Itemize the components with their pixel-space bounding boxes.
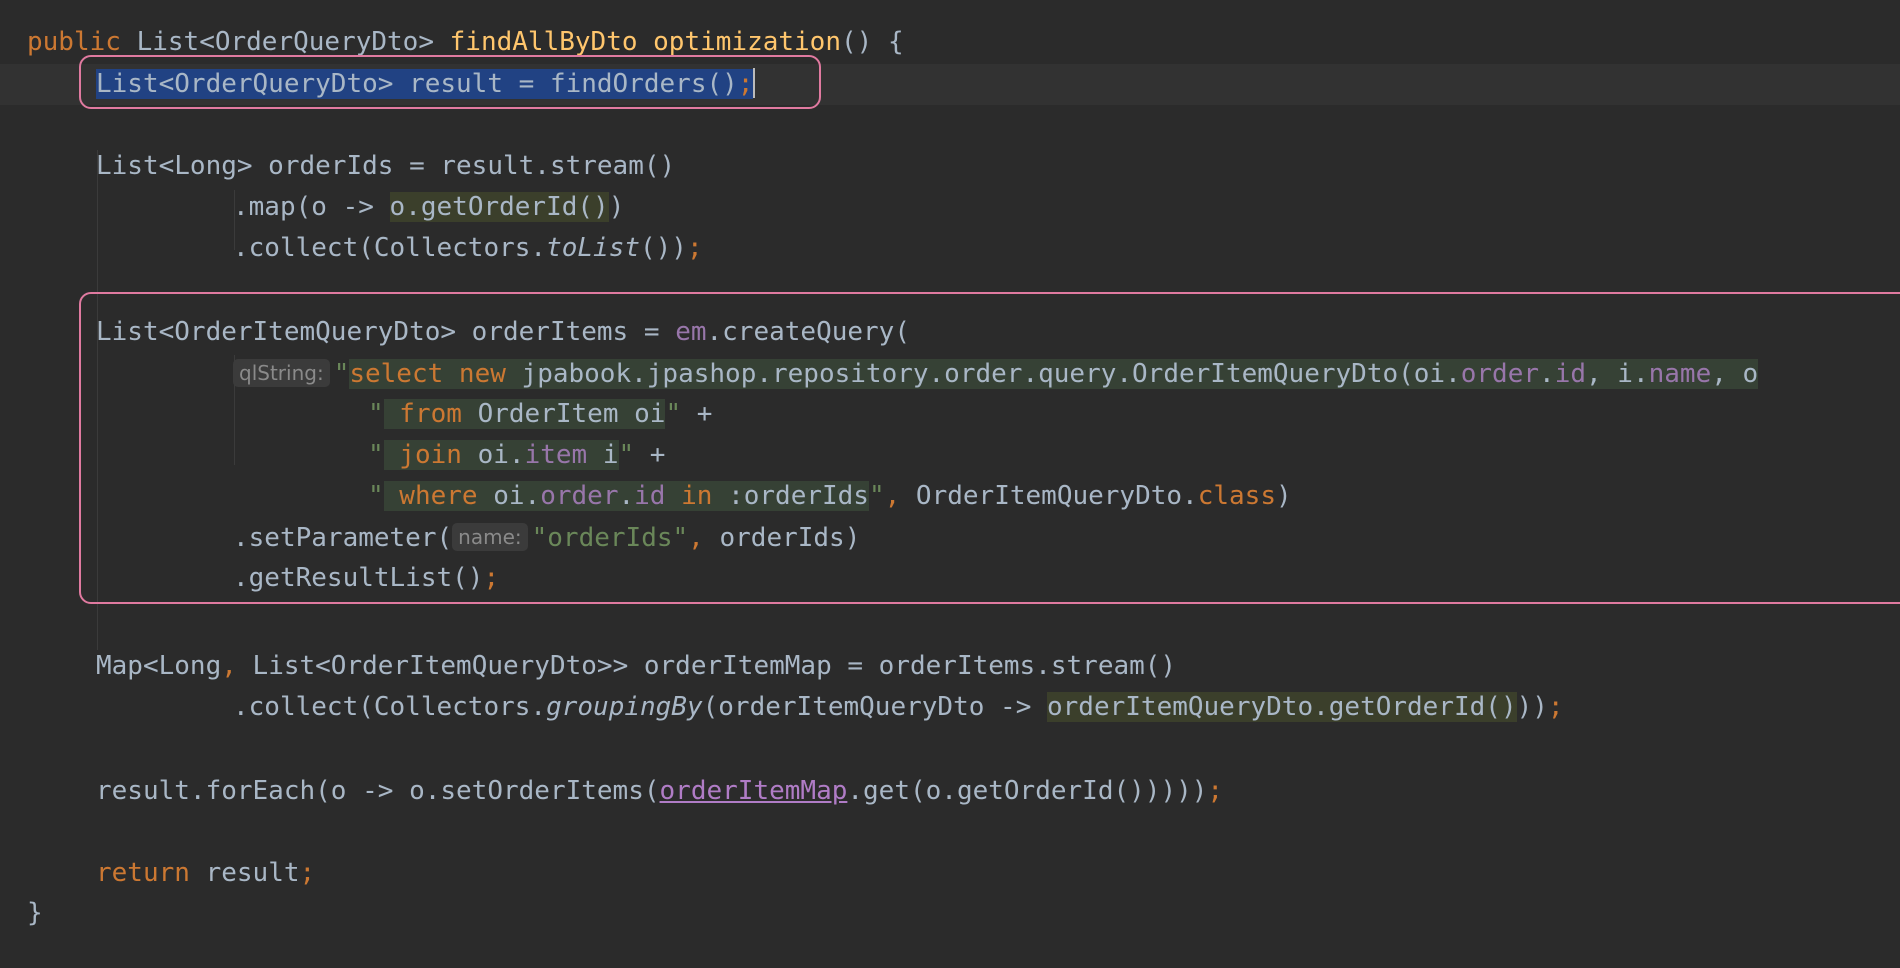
code-line-2[interactable]: List<OrderQueryDto> result = findOrders(… [96,64,756,105]
code-line-19[interactable]: result.forEach(o -> o.setOrderItems(orde… [96,771,1223,812]
code-line-4[interactable]: List<Long> orderIds = result.stream() [96,146,675,187]
code-line-22[interactable]: } [27,893,43,934]
field-reference: orderItemMap [659,776,848,806]
code-line-10[interactable]: " from OrderItem oi" + [368,394,712,435]
parameter-hint: name: [452,523,528,551]
method-name: findAllByDto_optimization [449,27,841,57]
code-line-5[interactable]: .map(o -> o.getOrderId()) [233,187,624,228]
parameter-hint: qlString: [233,359,330,387]
usage-highlight: orderItemQueryDto.getOrderId() [1047,692,1517,722]
text-cursor [753,68,756,98]
code-line-1[interactable]: public List<OrderQueryDto> findAllByDto_… [27,22,904,63]
indent-guide [97,150,98,650]
code-line-14[interactable]: .getResultList(); [233,558,499,599]
code-line-16[interactable]: Map<Long, List<OrderItemQueryDto>> order… [96,646,1176,687]
code-line-11[interactable]: " join oi.item i" + [368,435,665,476]
usage-highlight: o.getOrderId() [389,192,609,222]
selected-text: List<OrderQueryDto> result = findOrders(… [96,69,738,99]
code-line-9[interactable]: qlString: "select new jpabook.jpashop.rep… [233,353,1759,394]
code-line-6[interactable]: .collect(Collectors.toList()); [233,228,703,269]
code-line-17[interactable]: .collect(Collectors.groupingBy(orderItem… [233,687,1564,728]
code-line-8[interactable]: List<OrderItemQueryDto> orderItems = em.… [96,312,910,353]
code-editor[interactable]: public List<OrderQueryDto> findAllByDto_… [0,0,1900,968]
code-line-13[interactable]: .setParameter(name: "orderIds", orderIds) [233,517,860,558]
code-line-21[interactable]: return result; [96,853,315,894]
code-line-12[interactable]: " where oi.order.id in :orderIds", Order… [368,476,1292,517]
